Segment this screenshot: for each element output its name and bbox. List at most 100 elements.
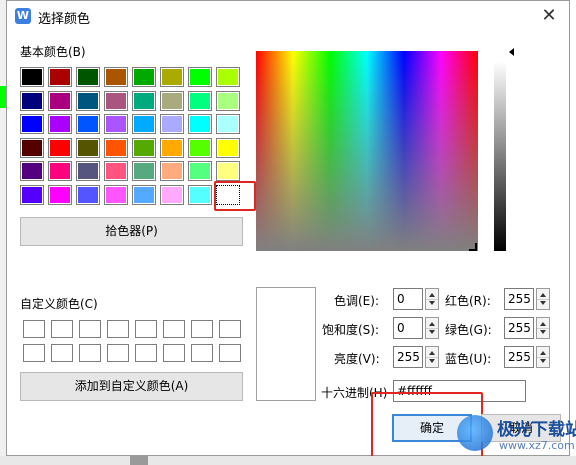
spectrum-crosshair[interactable] <box>469 243 477 251</box>
basic-color-swatch[interactable] <box>188 67 212 87</box>
basic-color-swatch[interactable] <box>48 90 72 111</box>
basic-color-swatch[interactable] <box>48 67 72 87</box>
basic-color-swatch[interactable] <box>104 90 128 111</box>
basic-color-swatch[interactable] <box>160 67 184 87</box>
basic-color-swatch[interactable] <box>216 114 240 134</box>
eyedropper-button[interactable]: 拾色器(P) <box>20 217 243 246</box>
green-label: 绿色(G): <box>445 323 492 337</box>
basic-color-swatch[interactable] <box>132 137 156 158</box>
basic-color-swatch[interactable] <box>104 67 128 87</box>
custom-color-slot[interactable] <box>219 344 241 362</box>
custom-colors-label: 自定义颜色(C) <box>20 297 98 311</box>
basic-color-swatch[interactable] <box>76 114 100 134</box>
basic-color-swatch[interactable] <box>104 184 128 205</box>
basic-color-swatch[interactable] <box>132 90 156 111</box>
saturation-input[interactable]: 0 <box>393 317 423 339</box>
basic-color-swatch[interactable] <box>160 114 184 134</box>
basic-color-swatch[interactable] <box>216 90 240 111</box>
basic-color-swatch[interactable] <box>132 114 156 134</box>
basic-color-swatch[interactable] <box>48 114 72 134</box>
red-label: 红色(R): <box>445 294 491 308</box>
basic-color-swatch[interactable] <box>188 184 212 205</box>
swatch-fill <box>22 92 42 109</box>
value-input[interactable]: 255 <box>393 346 423 368</box>
basic-color-swatch[interactable] <box>20 90 44 111</box>
color-picker-dialog: W 选择颜色 ✕ 基本颜色(B) 拾色器(P) 自定义颜色(C) 添加到自定义颜… <box>6 0 576 464</box>
basic-color-swatch[interactable] <box>160 184 184 205</box>
value-spinner[interactable] <box>425 346 439 368</box>
swatch-fill <box>162 139 182 156</box>
basic-color-swatch[interactable] <box>216 67 240 87</box>
blue-input[interactable]: 255 <box>504 346 534 368</box>
red-input[interactable]: 255 <box>504 288 534 310</box>
luminance-bar[interactable] <box>494 61 506 251</box>
custom-color-slot[interactable] <box>107 344 129 362</box>
basic-color-swatch[interactable] <box>48 184 72 205</box>
basic-color-swatch[interactable] <box>132 67 156 87</box>
basic-color-swatch[interactable] <box>188 137 212 158</box>
custom-color-slot[interactable] <box>135 320 157 338</box>
basic-color-swatch[interactable] <box>76 184 100 205</box>
custom-color-slot[interactable] <box>107 320 129 338</box>
swatch-fill <box>190 163 210 179</box>
basic-color-swatch[interactable] <box>132 184 156 205</box>
basic-color-swatch[interactable] <box>48 161 72 181</box>
basic-color-swatch[interactable] <box>160 137 184 158</box>
custom-color-slot[interactable] <box>163 320 185 338</box>
swatch-fill <box>162 92 182 109</box>
basic-color-swatch[interactable] <box>20 184 44 205</box>
close-button[interactable]: ✕ <box>535 3 563 29</box>
custom-color-slot[interactable] <box>163 344 185 362</box>
ok-button[interactable]: 确定 <box>392 414 472 442</box>
basic-color-swatch[interactable] <box>76 161 100 181</box>
swatch-fill <box>78 186 98 203</box>
green-spinner[interactable] <box>536 317 550 339</box>
custom-color-slot[interactable] <box>191 344 213 362</box>
swatch-fill <box>22 116 42 132</box>
swatch-fill <box>162 69 182 85</box>
custom-color-slot[interactable] <box>79 344 101 362</box>
swatch-fill <box>134 69 154 85</box>
custom-color-slot[interactable] <box>219 320 241 338</box>
blue-spinner[interactable] <box>536 346 550 368</box>
add-custom-color-button[interactable]: 添加到自定义颜色(A) <box>20 372 243 401</box>
swatch-fill <box>190 139 210 156</box>
basic-color-swatch[interactable] <box>20 161 44 181</box>
luminance-slider-arrow[interactable] <box>509 48 514 56</box>
basic-color-swatch[interactable] <box>216 137 240 158</box>
custom-color-slot[interactable] <box>23 320 45 338</box>
basic-color-swatch[interactable] <box>76 67 100 87</box>
basic-color-swatch[interactable] <box>20 114 44 134</box>
basic-color-swatch[interactable] <box>160 90 184 111</box>
swatch-fill <box>78 163 98 179</box>
basic-color-swatch[interactable] <box>48 137 72 158</box>
basic-color-swatch[interactable] <box>160 161 184 181</box>
custom-color-slot[interactable] <box>51 344 73 362</box>
basic-color-swatch[interactable] <box>104 137 128 158</box>
cancel-button[interactable]: 取消 <box>481 414 561 442</box>
basic-color-swatch[interactable] <box>20 67 44 87</box>
green-input[interactable]: 255 <box>504 317 534 339</box>
basic-color-swatch[interactable] <box>216 161 240 181</box>
basic-color-swatch[interactable] <box>104 114 128 134</box>
basic-color-swatch[interactable] <box>188 161 212 181</box>
basic-color-swatch[interactable] <box>76 90 100 111</box>
custom-color-slot[interactable] <box>51 320 73 338</box>
red-spinner[interactable] <box>536 288 550 310</box>
basic-color-swatch[interactable] <box>132 161 156 181</box>
basic-color-swatch[interactable] <box>104 161 128 181</box>
basic-color-swatch[interactable] <box>20 137 44 158</box>
swatch-fill <box>218 116 238 132</box>
basic-color-swatch[interactable] <box>76 137 100 158</box>
swatch-fill <box>190 92 210 109</box>
color-spectrum[interactable] <box>256 51 478 251</box>
custom-color-slot[interactable] <box>191 320 213 338</box>
custom-color-slot[interactable] <box>135 344 157 362</box>
hue-input[interactable]: 0 <box>393 288 423 310</box>
hue-spinner[interactable] <box>425 288 439 310</box>
basic-color-swatch[interactable] <box>188 114 212 134</box>
custom-color-slot[interactable] <box>23 344 45 362</box>
basic-color-swatch[interactable] <box>188 90 212 111</box>
saturation-spinner[interactable] <box>425 317 439 339</box>
custom-color-slot[interactable] <box>79 320 101 338</box>
